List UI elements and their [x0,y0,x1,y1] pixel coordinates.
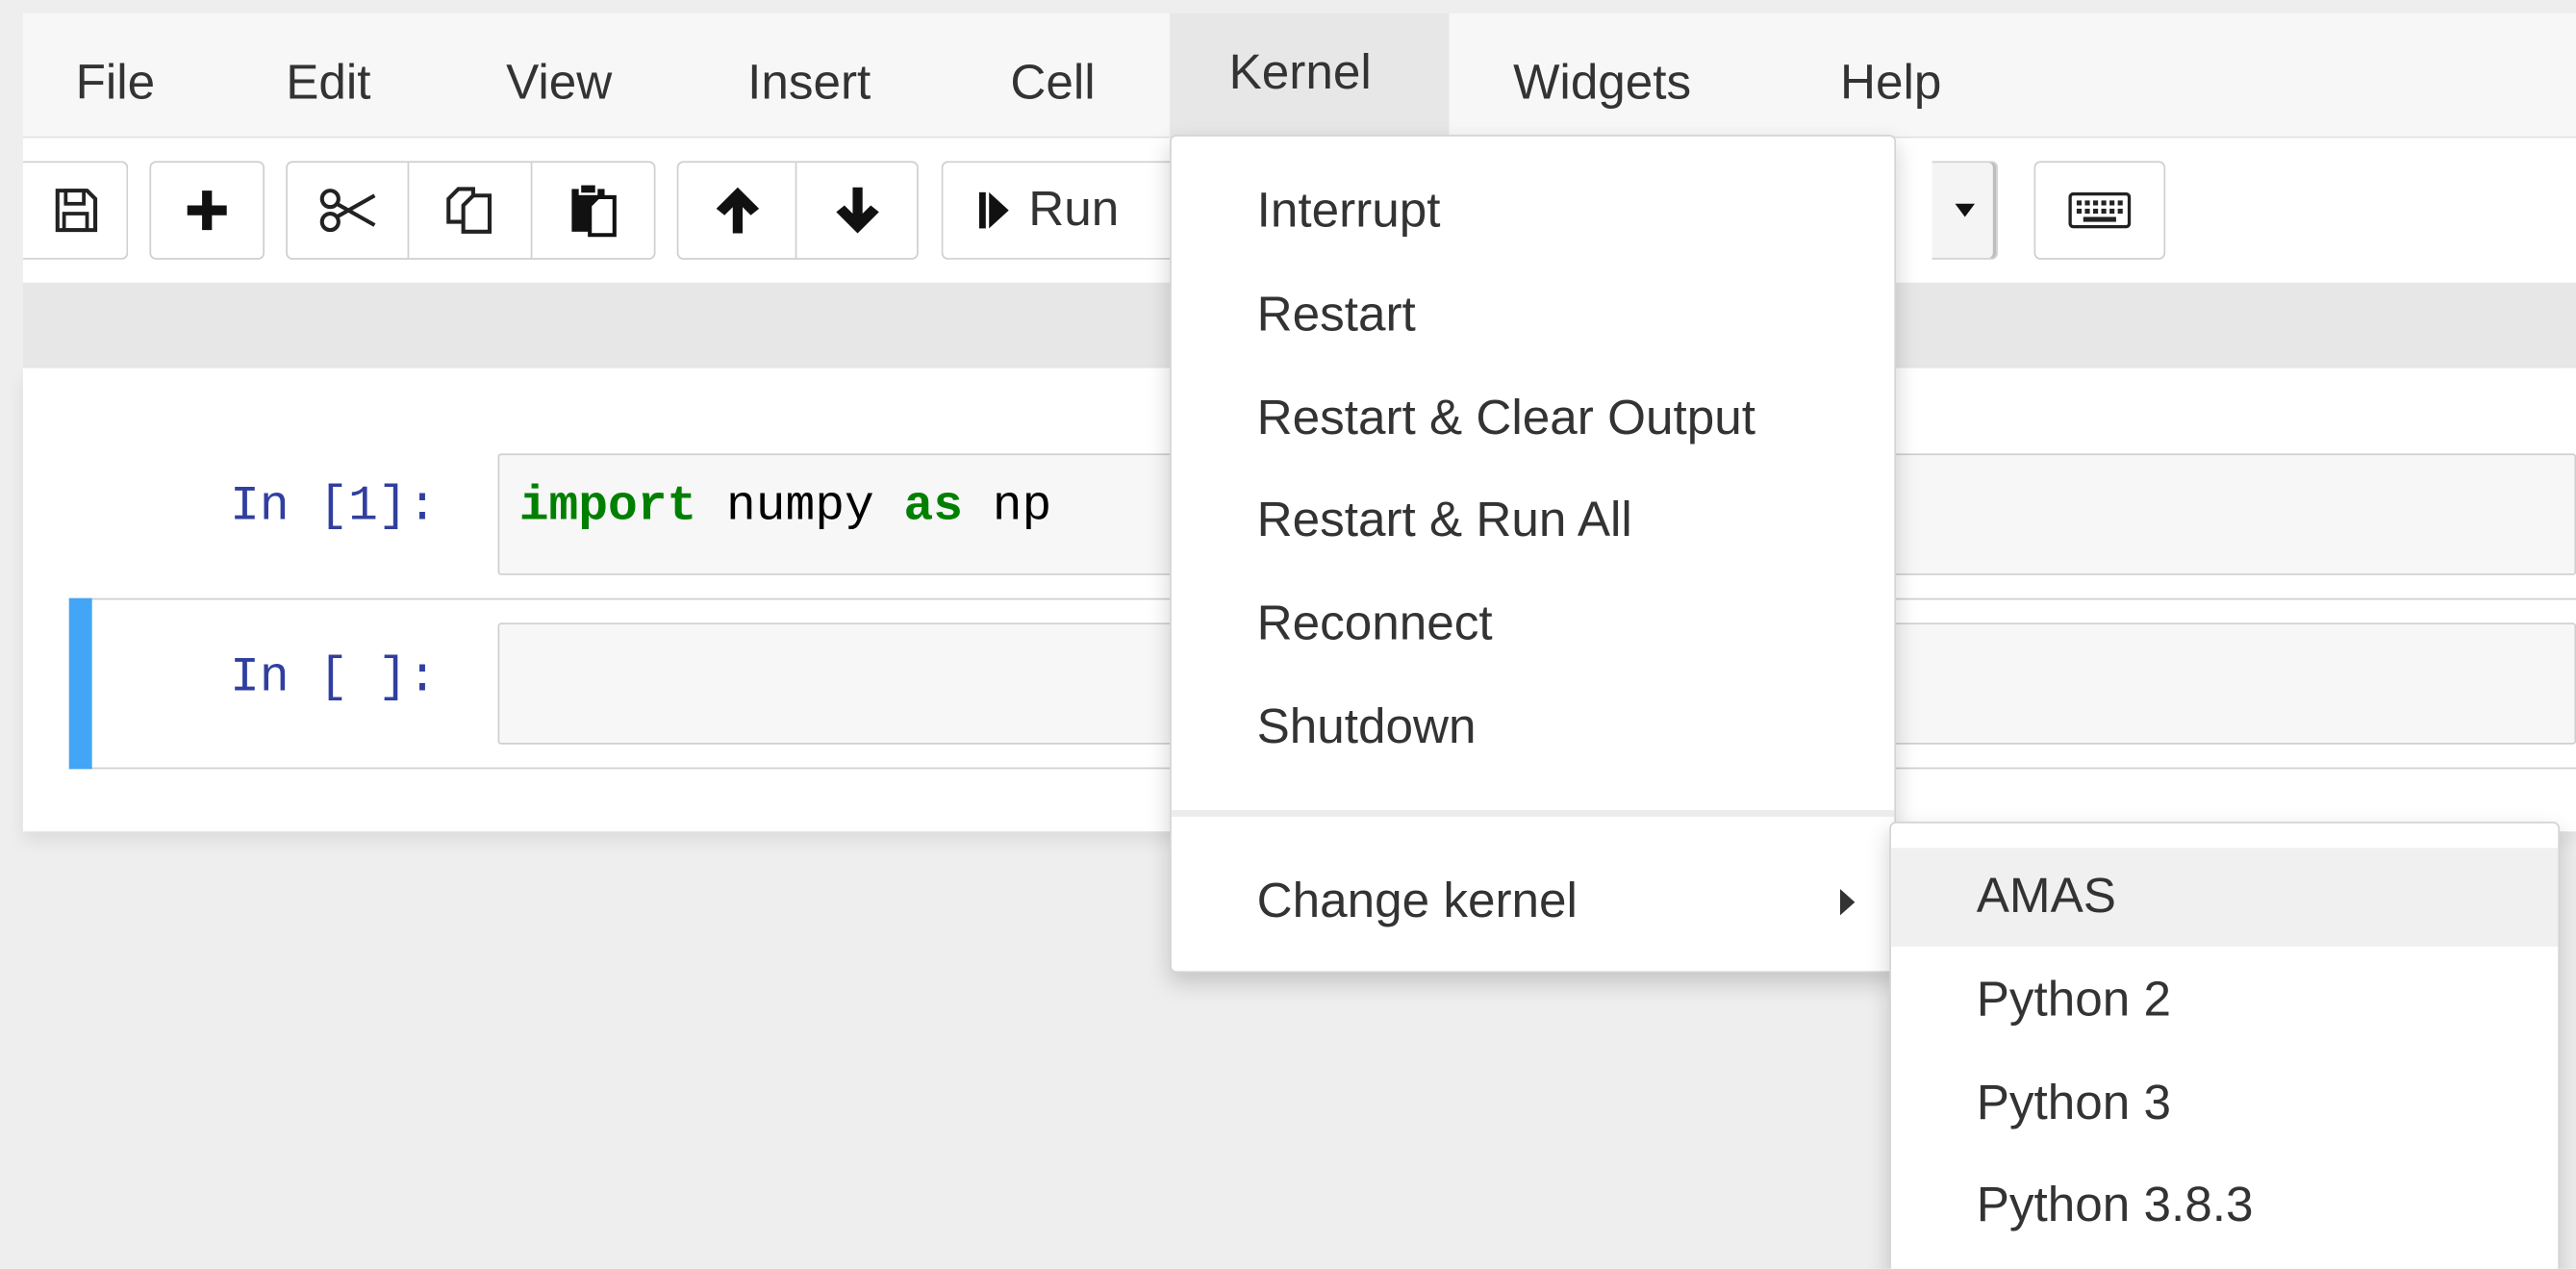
kernel-option-python-3-8-3[interactable]: Python 3.8.3 [1891,1156,2558,1255]
menubar: File Edit View Insert Cell Kernel Widget… [22,13,2576,139]
kernel-menu-shutdown[interactable]: Shutdown [1172,682,1895,774]
save-button-group [22,161,129,260]
clipboard-button-group [286,161,656,260]
kernel-menu-change-kernel[interactable]: Change kernel [1172,856,1895,949]
code-token: np [963,479,1052,536]
cell-prompt: In [1]: [230,479,438,536]
menu-divider [1171,810,1895,817]
menu-cell[interactable]: Cell [1010,26,1095,138]
insert-cell-button[interactable] [151,163,263,258]
arrow-up-icon [715,187,759,234]
insert-button-group [149,161,265,260]
cell-type-dropdown[interactable] [1932,161,1998,260]
kernel-menu-reconnect[interactable]: Reconnect [1172,578,1895,671]
change-kernel-label: Change kernel [1256,874,1578,929]
copy-button[interactable] [410,163,532,259]
save-icon [54,189,97,233]
kernel-menu-restart[interactable]: Restart [1172,269,1895,362]
keyword-token: as [903,479,964,536]
keyboard-shortcuts-button[interactable] [2035,163,2163,258]
kernel-menu-dropdown: Interrupt Restart Restart & Clear Output… [1170,135,1897,974]
paste-button[interactable] [532,163,654,258]
kernel-option-amas[interactable]: AMAS [1890,848,2559,947]
run-button[interactable]: Run [943,163,1179,258]
kernel-option-python-3[interactable]: Python 3 [1891,1055,2558,1154]
move-up-button[interactable] [678,163,797,259]
code-token: numpy [696,479,904,536]
move-down-button[interactable] [796,163,917,258]
menu-view[interactable]: View [506,26,612,138]
submenu-arrow-icon [1839,889,1856,916]
plus-icon [187,190,227,231]
cut-button[interactable] [288,163,410,259]
menu-insert[interactable]: Insert [747,26,871,138]
menu-kernel[interactable]: Kernel [1170,13,1450,139]
keyboard-icon [2068,191,2132,229]
kernel-menu-restart-clear-output[interactable]: Restart & Clear Output [1172,373,1895,466]
keyword-token: import [518,479,697,536]
menu-file[interactable]: File [76,26,156,138]
scissors-icon [319,189,375,233]
cell-prompt: In [ ]: [230,650,438,707]
step-forward-icon [978,191,1009,229]
move-button-group [676,161,919,260]
kernel-option-python-2[interactable]: Python 2 [1891,952,2558,1050]
cell-selection-indicator [68,597,92,770]
kernel-menu-interrupt[interactable]: Interrupt [1172,166,1895,259]
caret-down-icon [1954,203,1975,217]
save-button[interactable] [23,163,127,258]
menu-help[interactable]: Help [1840,26,1941,138]
arrow-down-icon [835,187,878,234]
menu-widgets[interactable]: Widgets [1513,26,1691,138]
keyboard-button-group [2033,161,2166,260]
code-line: import numpy as np [519,480,1052,536]
jupyter-notebook-window: File Edit View Insert Cell Kernel Widget… [0,0,2576,1269]
copy-icon [446,187,492,234]
kernel-menu-restart-run-all[interactable]: Restart & Run All [1172,475,1895,568]
run-button-label: Run [1028,182,1120,237]
run-button-group: Run [941,161,1180,260]
paste-icon [571,183,617,238]
menu-edit[interactable]: Edit [286,26,370,138]
change-kernel-submenu: AMAS Python 2 Python 3 Python 3.8.3 [1889,822,2561,1269]
